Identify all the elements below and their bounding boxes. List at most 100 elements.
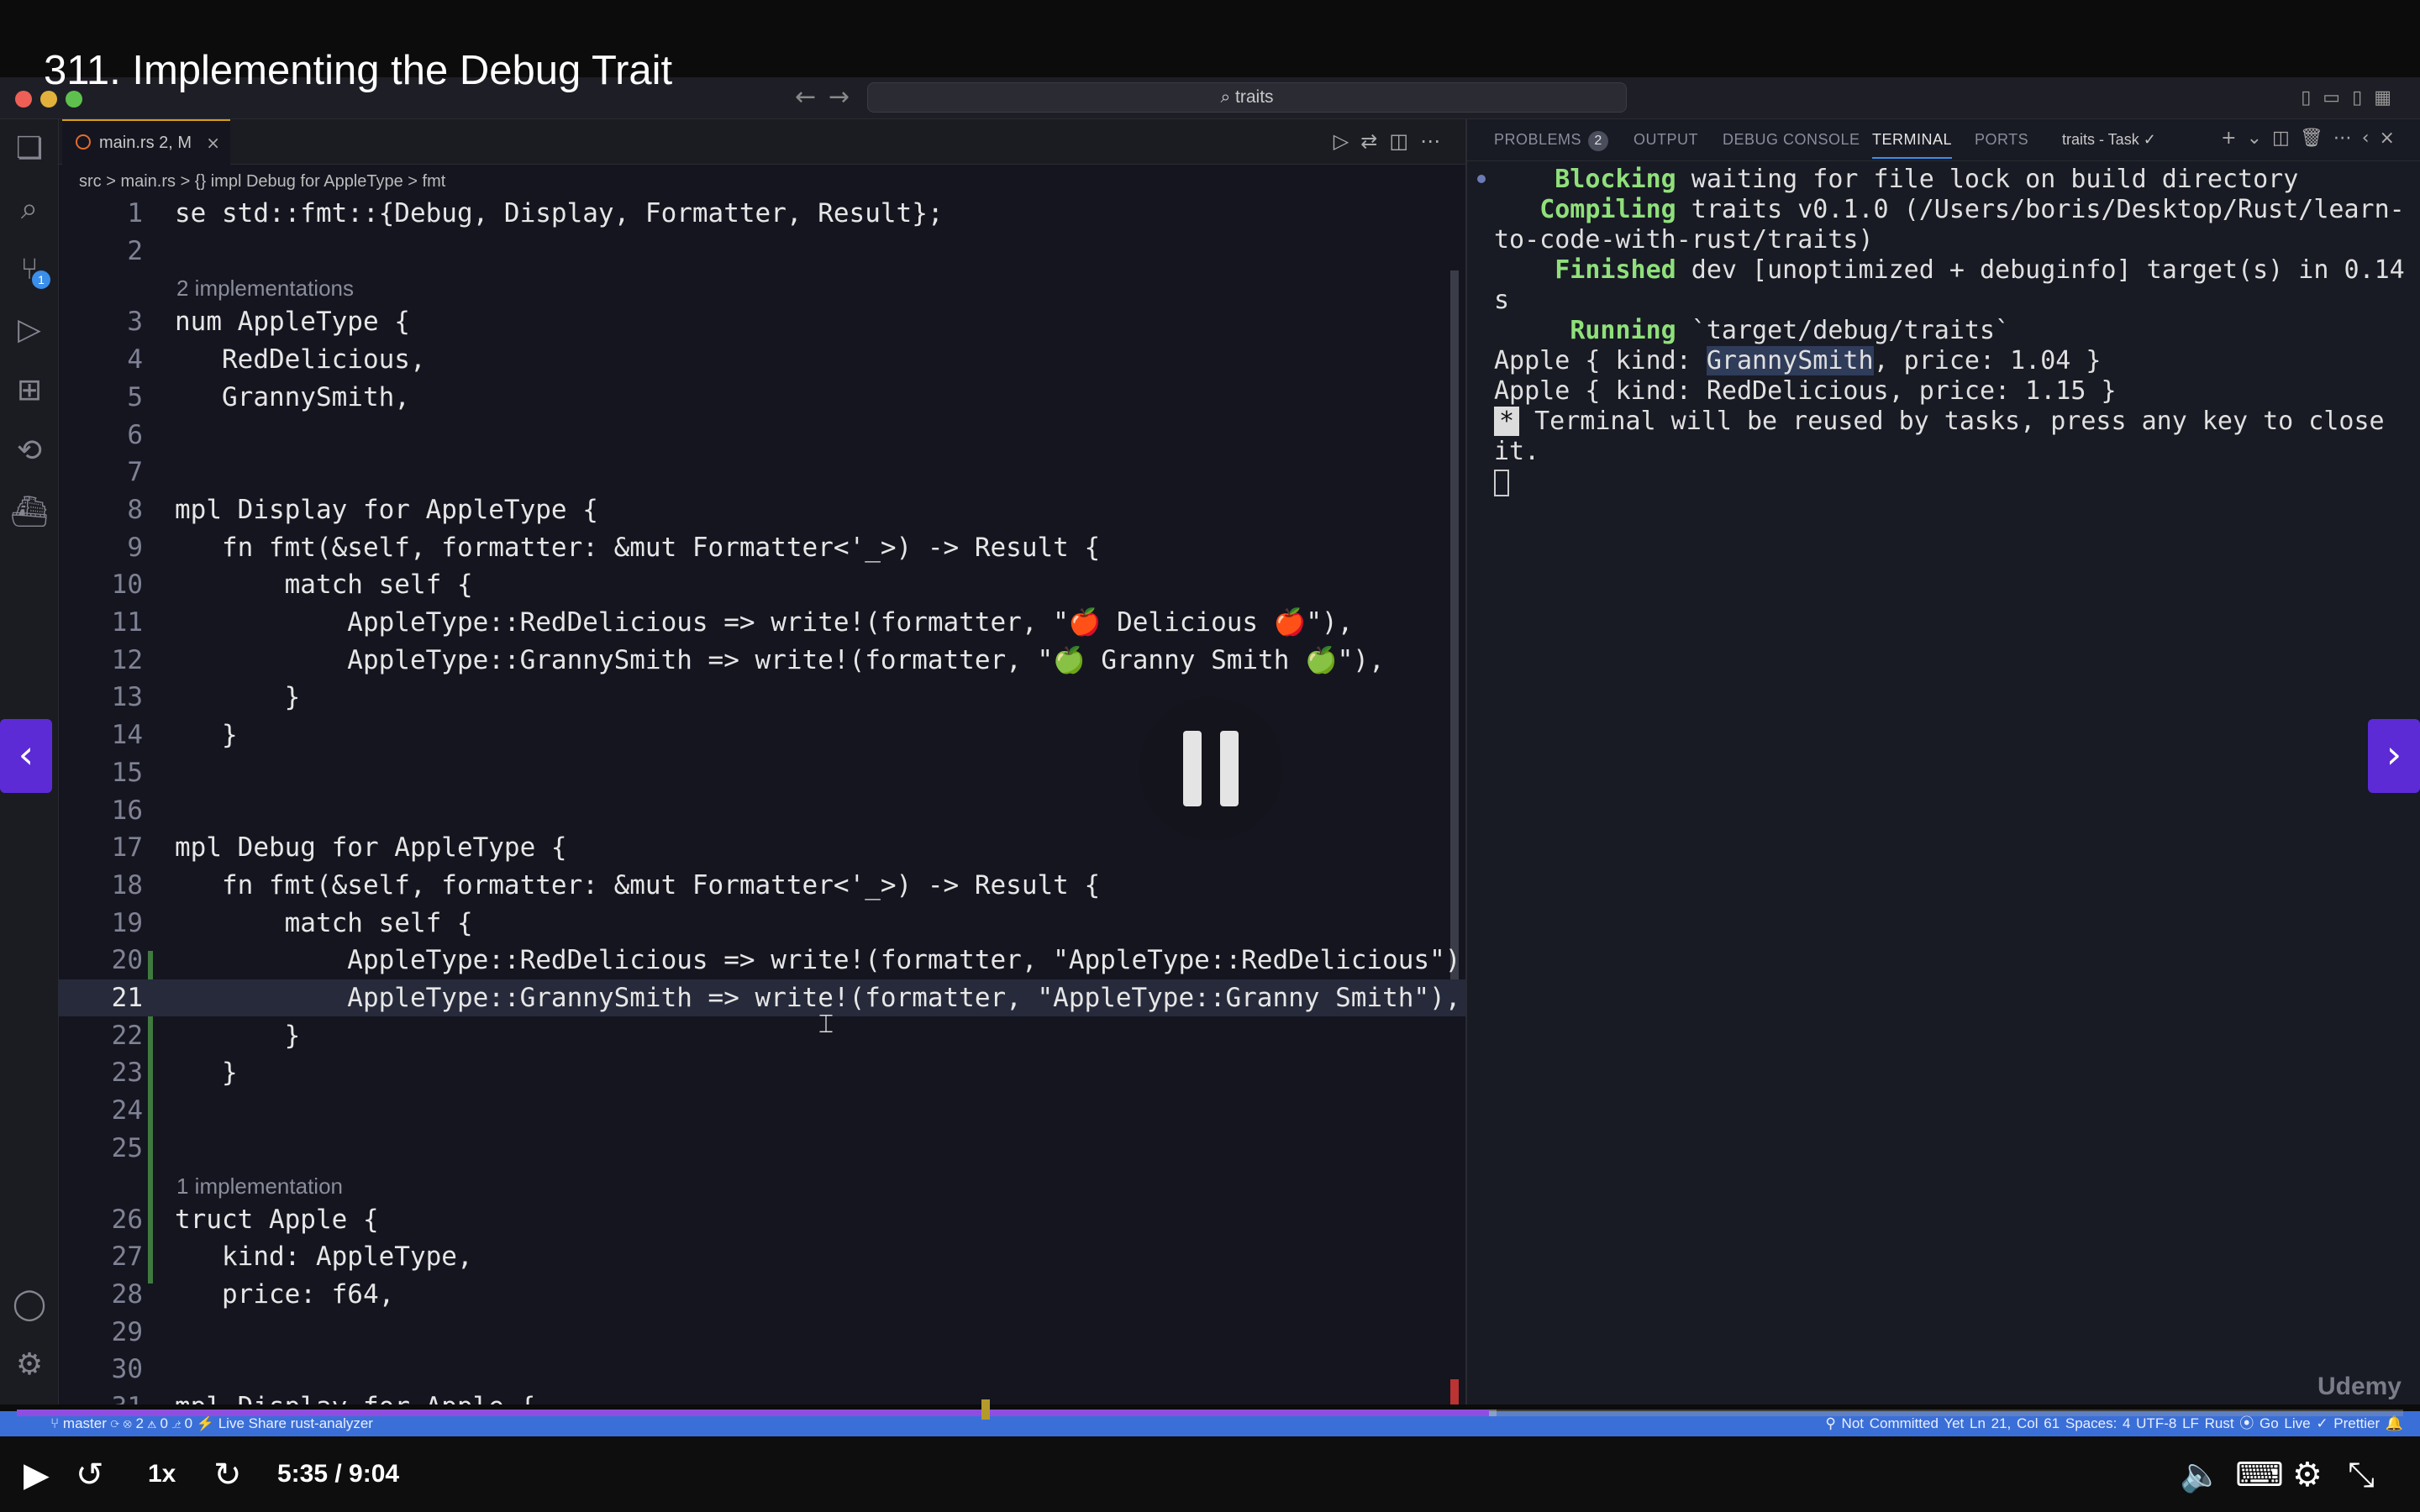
rewind-5s-icon[interactable]: ↺ bbox=[76, 1453, 104, 1497]
code-line[interactable]: 28 price: f64, bbox=[59, 1276, 1465, 1313]
code-line[interactable]: 25 bbox=[59, 1130, 1465, 1167]
code-line[interactable]: 5 GrannySmith, bbox=[59, 379, 1465, 416]
code-line[interactable]: 27 kind: AppleType, bbox=[59, 1238, 1465, 1275]
code-text: AppleType::GrannySmith => write!(formatt… bbox=[175, 644, 1385, 675]
terminal-task-selector[interactable]: traits - Task ✓ bbox=[2062, 131, 2156, 149]
layout-toggle-icons[interactable]: ▯▭▯▦ bbox=[2301, 87, 2403, 108]
close-window-button[interactable] bbox=[15, 91, 32, 108]
code-line[interactable]: 22 } bbox=[59, 1017, 1465, 1054]
term-compiling: Compiling bbox=[1494, 195, 1676, 224]
run-debug-icon[interactable]: ▷ bbox=[0, 312, 59, 347]
codelens-implementations[interactable]: 1 implementation bbox=[176, 1169, 343, 1203]
term-running: Running bbox=[1494, 316, 1676, 345]
account-icon[interactable]: ◯ bbox=[0, 1287, 59, 1321]
term-line-4: `target/debug/traits` bbox=[1676, 316, 2011, 345]
bookmark-marker[interactable] bbox=[981, 1399, 990, 1420]
code-line[interactable]: 4 RedDelicious, bbox=[59, 341, 1465, 378]
codelens-implementations[interactable]: 2 implementations bbox=[176, 271, 354, 305]
code-line[interactable]: 31 mpl Display for Apple { bbox=[59, 1389, 1465, 1404]
code-text: AppleType::RedDelicious => write!(format… bbox=[175, 945, 1465, 976]
terminal-cursor bbox=[1494, 469, 1509, 496]
back-arrow-icon[interactable]: ← bbox=[795, 82, 816, 112]
playback-speed-button[interactable]: 1x bbox=[148, 1460, 176, 1488]
code-line[interactable]: 29 bbox=[59, 1314, 1465, 1351]
udemy-watermark: Udemy bbox=[2317, 1373, 2402, 1400]
code-text: match self { bbox=[175, 570, 473, 601]
terminal-output[interactable]: Blocking waiting for file lock on build … bbox=[1494, 165, 2410, 497]
tab-ports[interactable]: PORTS bbox=[1975, 131, 2028, 149]
code-line[interactable]: 21 AppleType::GrannySmith => write!(form… bbox=[59, 979, 1465, 1016]
line-number: 7 bbox=[127, 457, 143, 488]
line-number: 21 bbox=[111, 983, 143, 1013]
video-progress-bar[interactable] bbox=[17, 1399, 2403, 1420]
forward-arrow-icon[interactable]: → bbox=[829, 82, 850, 112]
code-line[interactable]: 1 se std::fmt::{Debug, Display, Formatter… bbox=[59, 195, 1465, 232]
manage-gear-icon[interactable]: ⚙ bbox=[0, 1347, 59, 1382]
code-line[interactable]: 7 bbox=[59, 454, 1465, 491]
term-line-7: Terminal will be reused by tasks, press … bbox=[1494, 407, 2400, 466]
line-number: 23 bbox=[111, 1058, 143, 1089]
code-line[interactable]: 12 AppleType::GrannySmith => write!(form… bbox=[59, 642, 1465, 679]
search-icon[interactable]: ⌕ bbox=[0, 192, 59, 227]
exit-fullscreen-icon[interactable]: ⤡ bbox=[2348, 1453, 2375, 1497]
command-center-search[interactable]: ⌕ traits bbox=[867, 82, 1627, 113]
code-line[interactable]: 13 } bbox=[59, 679, 1465, 716]
tab-problems[interactable]: PROBLEMS 2 bbox=[1494, 131, 1609, 151]
pause-overlay[interactable] bbox=[1139, 697, 1282, 840]
tab-terminal[interactable]: TERMINAL bbox=[1872, 131, 1953, 159]
previous-lecture-button[interactable]: ‹ bbox=[0, 719, 52, 793]
play-icon[interactable]: ▶ bbox=[24, 1453, 50, 1497]
terminal-decoration-dot bbox=[1477, 175, 1486, 183]
code-line[interactable]: 9 fn fmt(&self, formatter: &mut Formatte… bbox=[59, 529, 1465, 566]
extensions-icon[interactable]: ⊞ bbox=[0, 373, 59, 407]
docker-icon[interactable]: ⛴ bbox=[0, 494, 59, 529]
line-number: 11 bbox=[111, 607, 143, 638]
code-line[interactable]: 17 mpl Debug for AppleType { bbox=[59, 829, 1465, 866]
settings-icon[interactable]: ⚙ bbox=[2292, 1453, 2323, 1497]
code-line[interactable]: 8 mpl Display for AppleType { bbox=[59, 491, 1465, 528]
code-line[interactable]: 6 bbox=[59, 417, 1465, 454]
explorer-icon[interactable]: ❏ bbox=[0, 131, 59, 165]
close-tab-icon[interactable]: × bbox=[206, 121, 220, 165]
line-number: 22 bbox=[111, 1020, 143, 1051]
line-number: 28 bbox=[111, 1278, 143, 1310]
code-line[interactable]: 30 bbox=[59, 1351, 1465, 1388]
code-line[interactable]: 19 match self { bbox=[59, 905, 1465, 942]
remote-explorer-icon[interactable]: ⟲ bbox=[0, 433, 59, 468]
code-text: RedDelicious, bbox=[175, 344, 426, 375]
tab-output[interactable]: OUTPUT bbox=[1634, 131, 1698, 149]
line-number: 27 bbox=[111, 1242, 143, 1273]
code-line[interactable]: 20 AppleType::RedDelicious => write!(for… bbox=[59, 942, 1465, 979]
editor-tab-main-rs[interactable]: main.rs 2, M × bbox=[62, 119, 230, 165]
video-player[interactable]: 311. Implementing the Debug Trait ← → ⌕ … bbox=[0, 0, 2420, 1512]
captions-icon[interactable]: ⌨ bbox=[2235, 1453, 2284, 1497]
line-number: 31 bbox=[59, 1389, 143, 1404]
editor-tab-label: main.rs 2, M bbox=[99, 134, 192, 152]
term-line-5a: Apple { kind: bbox=[1494, 346, 1707, 375]
code-line[interactable]: 23 } bbox=[59, 1054, 1465, 1091]
code-line[interactable]: 10 match self { bbox=[59, 566, 1465, 603]
code-text: fn fmt(&self, formatter: &mut Formatter<… bbox=[175, 869, 1101, 900]
panel-actions[interactable]: +⌄◫🗑⋯‹× bbox=[2221, 128, 2405, 149]
term-line-6: Apple { kind: RedDelicious, price: 1.15 … bbox=[1494, 376, 2117, 406]
volume-icon[interactable]: 🔈 bbox=[2180, 1453, 2222, 1497]
tab-debug-console[interactable]: DEBUG CONSOLE bbox=[1723, 131, 1860, 149]
next-lecture-button[interactable]: › bbox=[2368, 719, 2420, 793]
code-line[interactable]: 18 fn fmt(&self, formatter: &mut Formatt… bbox=[59, 867, 1465, 904]
code-line[interactable]: 26 truct Apple { bbox=[59, 1201, 1465, 1238]
code-text: mpl Display for AppleType { bbox=[175, 494, 598, 525]
code-text: fn fmt(&self, formatter: &mut Formatter<… bbox=[175, 532, 1101, 563]
code-line[interactable]: 24 bbox=[59, 1092, 1465, 1129]
line-number: 30 bbox=[111, 1354, 143, 1385]
editor-actions[interactable]: ▷⇄◫⋯ bbox=[1334, 129, 1452, 153]
panel-tabs: PROBLEMS 2 OUTPUT DEBUG CONSOLE TERMINAL … bbox=[1467, 119, 2420, 161]
term-line-1: waiting for file lock on build directory bbox=[1676, 165, 2299, 194]
code-text: kind: AppleType, bbox=[175, 1242, 473, 1273]
code-line[interactable]: 3 num AppleType { bbox=[59, 303, 1465, 340]
forward-5s-icon[interactable]: ↻ bbox=[213, 1453, 242, 1497]
code-line[interactable]: 2 bbox=[59, 233, 1465, 270]
code-line[interactable]: 11 AppleType::RedDelicious => write!(for… bbox=[59, 604, 1465, 641]
term-blocking: Blocking bbox=[1494, 165, 1676, 194]
breadcrumb[interactable]: src > main.rs > {} impl Debug for AppleT… bbox=[79, 166, 445, 197]
playback-time: 5:35 / 9:04 bbox=[277, 1460, 400, 1488]
